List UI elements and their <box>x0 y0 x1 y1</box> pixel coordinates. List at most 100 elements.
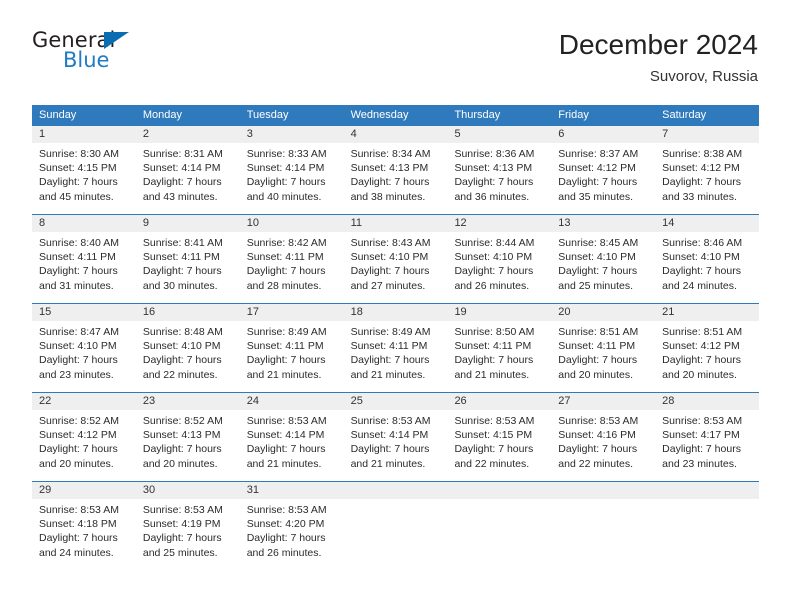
title-block: December 2024 Suvorov, Russia <box>559 28 758 87</box>
day-cell[interactable]: Sunrise: 8:52 AM Sunset: 4:13 PM Dayligh… <box>136 410 240 481</box>
day-number[interactable]: 10 <box>240 215 344 232</box>
day-number[interactable]: 2 <box>136 126 240 143</box>
sunset-text: Sunset: 4:14 PM <box>350 429 429 442</box>
sunset-text: Sunset: 4:15 PM <box>454 429 533 442</box>
sunset-text: Sunset: 4:14 PM <box>142 162 221 175</box>
day-number[interactable]: 22 <box>32 393 136 410</box>
day-number[interactable]: 13 <box>551 215 655 232</box>
daylight-text-line1: Daylight: 7 hours <box>246 265 326 278</box>
day-number[interactable]: 6 <box>551 126 655 143</box>
daylight-text-line2: and 28 minutes. <box>246 279 322 292</box>
day-cell[interactable]: Sunrise: 8:43 AM Sunset: 4:10 PM Dayligh… <box>344 232 448 303</box>
day-cell[interactable]: Sunrise: 8:53 AM Sunset: 4:19 PM Dayligh… <box>136 499 240 570</box>
day-cell[interactable]: Sunrise: 8:37 AM Sunset: 4:12 PM Dayligh… <box>551 143 655 214</box>
day-cell[interactable]: Sunrise: 8:31 AM Sunset: 4:14 PM Dayligh… <box>136 143 240 214</box>
day-cell[interactable]: Sunrise: 8:53 AM Sunset: 4:16 PM Dayligh… <box>551 410 655 481</box>
day-number[interactable]: 17 <box>240 304 344 321</box>
day-cell[interactable]: Sunrise: 8:41 AM Sunset: 4:11 PM Dayligh… <box>136 232 240 303</box>
weekday-header-monday: Monday <box>142 109 182 121</box>
sunrise-text: Sunrise: 8:50 AM <box>454 326 535 338</box>
day-number[interactable]: 5 <box>447 126 551 143</box>
sunrise-text: Sunrise: 8:36 AM <box>454 148 535 160</box>
day-number[interactable]: 24 <box>240 393 344 410</box>
day-cell[interactable]: Sunrise: 8:49 AM Sunset: 4:11 PM Dayligh… <box>344 321 448 392</box>
day-cell[interactable]: Sunrise: 8:53 AM Sunset: 4:14 PM Dayligh… <box>240 410 344 481</box>
general-blue-logo[interactable]: General Blue <box>32 28 202 88</box>
sunrise-text: Sunrise: 8:44 AM <box>454 237 535 249</box>
day-detail-row: Sunrise: 8:53 AM Sunset: 4:18 PM Dayligh… <box>32 499 759 570</box>
daylight-text-line1: Daylight: 7 hours <box>350 265 430 278</box>
daylight-text-line1: Daylight: 7 hours <box>662 354 741 367</box>
day-number[interactable]: 12 <box>447 215 551 232</box>
day-number[interactable]: 16 <box>136 304 240 321</box>
day-cell[interactable]: Sunrise: 8:38 AM Sunset: 4:12 PM Dayligh… <box>655 143 759 214</box>
day-cell[interactable]: Sunrise: 8:53 AM Sunset: 4:20 PM Dayligh… <box>240 499 344 570</box>
day-number[interactable]: 19 <box>447 304 551 321</box>
daylight-text-line1: Daylight: 7 hours <box>142 532 222 545</box>
day-detail-row: Sunrise: 8:47 AM Sunset: 4:10 PM Dayligh… <box>32 321 759 392</box>
daylight-text-line2: and 22 minutes. <box>558 457 634 470</box>
daylight-text-line1: Daylight: 7 hours <box>246 532 326 545</box>
day-number[interactable]: 18 <box>344 304 448 321</box>
day-number[interactable]: 9 <box>136 215 240 232</box>
daylight-text-line1: Daylight: 7 hours <box>350 354 430 367</box>
sunrise-text: Sunrise: 8:53 AM <box>350 415 431 427</box>
day-number[interactable]: 28 <box>655 393 759 410</box>
day-cell[interactable]: Sunrise: 8:53 AM Sunset: 4:17 PM Dayligh… <box>655 410 759 481</box>
day-number[interactable]: 26 <box>447 393 551 410</box>
daylight-text-line1: Daylight: 7 hours <box>39 532 118 545</box>
day-number[interactable]: 23 <box>136 393 240 410</box>
day-cell[interactable]: Sunrise: 8:51 AM Sunset: 4:11 PM Dayligh… <box>551 321 655 392</box>
day-cell[interactable]: Sunrise: 8:51 AM Sunset: 4:12 PM Dayligh… <box>655 321 759 392</box>
daylight-text-line1: Daylight: 7 hours <box>39 354 118 367</box>
day-cell[interactable]: Sunrise: 8:47 AM Sunset: 4:10 PM Dayligh… <box>32 321 136 392</box>
daylight-text-line1: Daylight: 7 hours <box>454 354 534 367</box>
day-number[interactable]: 29 <box>32 482 136 499</box>
day-cell[interactable]: Sunrise: 8:53 AM Sunset: 4:18 PM Dayligh… <box>32 499 136 570</box>
calendar-week-row: 22 23 24 25 26 27 28 Sunrise: 8:52 AM Su… <box>32 392 759 481</box>
day-number[interactable]: 21 <box>655 304 759 321</box>
daylight-text-line1: Daylight: 7 hours <box>558 443 638 456</box>
day-cell[interactable]: Sunrise: 8:53 AM Sunset: 4:14 PM Dayligh… <box>344 410 448 481</box>
day-cell[interactable]: Sunrise: 8:48 AM Sunset: 4:10 PM Dayligh… <box>136 321 240 392</box>
day-number[interactable]: 20 <box>551 304 655 321</box>
day-number[interactable]: 3 <box>240 126 344 143</box>
day-cell[interactable]: Sunrise: 8:30 AM Sunset: 4:15 PM Dayligh… <box>32 143 136 214</box>
day-number[interactable]: 4 <box>344 126 448 143</box>
daylight-text-line2: and 24 minutes. <box>662 279 737 292</box>
day-number[interactable]: 25 <box>344 393 448 410</box>
day-number-empty <box>551 482 655 499</box>
sunrise-text: Sunrise: 8:49 AM <box>350 326 431 338</box>
day-number[interactable]: 14 <box>655 215 759 232</box>
day-cell[interactable]: Sunrise: 8:53 AM Sunset: 4:15 PM Dayligh… <box>447 410 551 481</box>
weekday-header-saturday: Saturday <box>662 109 707 121</box>
day-number[interactable]: 31 <box>240 482 344 499</box>
day-cell[interactable]: Sunrise: 8:36 AM Sunset: 4:13 PM Dayligh… <box>447 143 551 214</box>
day-cell[interactable]: Sunrise: 8:50 AM Sunset: 4:11 PM Dayligh… <box>447 321 551 392</box>
weekday-header-thursday: Thursday <box>454 109 501 121</box>
day-number[interactable]: 27 <box>551 393 655 410</box>
sunset-text: Sunset: 4:19 PM <box>142 518 221 531</box>
sunset-text: Sunset: 4:10 PM <box>662 251 740 264</box>
day-cell[interactable]: Sunrise: 8:45 AM Sunset: 4:10 PM Dayligh… <box>551 232 655 303</box>
day-cell[interactable]: Sunrise: 8:44 AM Sunset: 4:10 PM Dayligh… <box>447 232 551 303</box>
day-cell[interactable]: Sunrise: 8:46 AM Sunset: 4:10 PM Dayligh… <box>655 232 759 303</box>
daylight-text-line1: Daylight: 7 hours <box>558 354 638 367</box>
day-number[interactable]: 1 <box>32 126 136 143</box>
calendar-week-row: 29 30 31 Sunrise: 8:53 AM Sunset: 4:18 P… <box>32 481 759 570</box>
day-cell[interactable]: Sunrise: 8:52 AM Sunset: 4:12 PM Dayligh… <box>32 410 136 481</box>
day-cell[interactable]: Sunrise: 8:42 AM Sunset: 4:11 PM Dayligh… <box>240 232 344 303</box>
day-cell[interactable]: Sunrise: 8:34 AM Sunset: 4:13 PM Dayligh… <box>344 143 448 214</box>
sunrise-text: Sunrise: 8:52 AM <box>142 415 223 427</box>
day-cell[interactable]: Sunrise: 8:40 AM Sunset: 4:11 PM Dayligh… <box>32 232 136 303</box>
day-number[interactable]: 8 <box>32 215 136 232</box>
day-number[interactable]: 11 <box>344 215 448 232</box>
sunrise-text: Sunrise: 8:45 AM <box>558 237 639 249</box>
day-number[interactable]: 15 <box>32 304 136 321</box>
daylight-text-line2: and 23 minutes. <box>662 457 737 470</box>
day-cell[interactable]: Sunrise: 8:33 AM Sunset: 4:14 PM Dayligh… <box>240 143 344 214</box>
day-number[interactable]: 30 <box>136 482 240 499</box>
logo-text-blue: Blue <box>63 48 110 72</box>
day-number[interactable]: 7 <box>655 126 759 143</box>
day-cell[interactable]: Sunrise: 8:49 AM Sunset: 4:11 PM Dayligh… <box>240 321 344 392</box>
